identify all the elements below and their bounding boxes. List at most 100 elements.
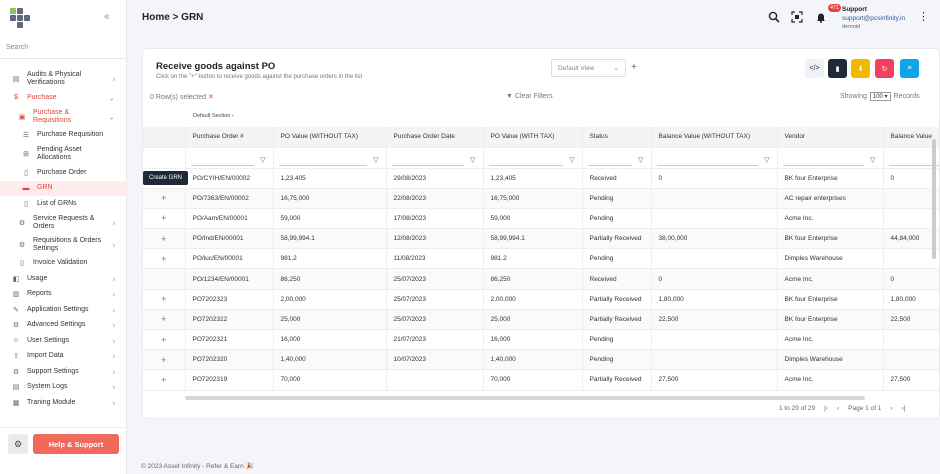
horizontal-scrollbar[interactable] <box>185 396 865 400</box>
sidebar-item-system-logs[interactable]: ▤ System Logs › <box>0 380 127 396</box>
column-header[interactable]: Vendor <box>777 127 884 148</box>
create-grn-plus-button[interactable]: + <box>143 289 186 310</box>
sidebar-item-invoice-validation[interactable]: ▯ Invoice Validation <box>0 256 127 272</box>
page-size-select[interactable]: 100 ▾ <box>869 92 891 101</box>
filter-icon[interactable]: ▽ <box>569 156 574 164</box>
first-page-icon[interactable]: |‹ <box>824 405 828 412</box>
column-filter[interactable]: ▽ <box>386 147 484 169</box>
sidebar-item-grn[interactable]: ▬ GRN <box>0 180 127 196</box>
table-row[interactable]: + PO/7363/EN/00002 16,75,000 22/08/2023 16,7… <box>143 188 939 209</box>
view-select[interactable]: Default View ⌄ <box>551 59 626 77</box>
chevron-left-icon[interactable]: ‹ <box>232 113 234 119</box>
sidebar-item-service-requests[interactable]: ⚙ Service Requests & Orders › <box>0 212 127 234</box>
sidebar-item-purchase-requisitions[interactable]: ▣ Purchase & Requisitions ⌄ <box>0 106 127 128</box>
filter-icon[interactable]: ▽ <box>470 156 475 164</box>
table-row[interactable]: + PO/luc/EN/00001 981.2 11/08/2023 981.2 Pend… <box>143 248 939 270</box>
sidebar-item-usage[interactable]: ◧ Usage › <box>0 271 127 287</box>
export-button[interactable]: ▮ <box>828 59 847 78</box>
column-header[interactable]: PO Value (WITH TAX) <box>483 127 583 148</box>
column-filter[interactable]: ▽ <box>483 147 583 169</box>
table-cell: 1,80,000 <box>651 289 778 310</box>
scan-icon[interactable] <box>790 10 804 24</box>
code-button[interactable]: </> <box>805 59 824 78</box>
settings-gear-button[interactable]: ⚙ <box>8 434 28 454</box>
column-filter[interactable]: ▽ <box>651 147 778 169</box>
columns-button[interactable]: ≡ <box>900 59 919 78</box>
next-page-icon[interactable]: › <box>890 405 892 412</box>
create-grn-plus-button[interactable]: + <box>143 228 186 250</box>
collapse-sidebar-icon[interactable]: « <box>104 11 110 22</box>
showing-label: Showing <box>840 93 867 100</box>
sidebar-item-advanced-settings[interactable]: ⚙ Advanced Settings › <box>0 318 127 334</box>
column-filter[interactable] <box>883 147 939 169</box>
sidebar-item-user-settings[interactable]: ☺ User Settings › <box>0 333 127 349</box>
clear-filters-label: Clear Filters <box>514 93 553 100</box>
column-filter[interactable]: ▽ <box>185 147 274 169</box>
sidebar-item-label: Advanced Settings <box>27 321 86 329</box>
create-grn-plus-button[interactable]: + <box>143 369 186 391</box>
column-header[interactable]: Balance Value (WITHOUT TAX) <box>651 127 778 148</box>
add-view-icon[interactable]: + <box>631 62 637 73</box>
table-row[interactable]: + PO7202321 16,000 21/07/2023 16,000 Pending A… <box>143 329 939 351</box>
bell-icon[interactable] <box>814 10 828 24</box>
column-header[interactable]: Status <box>582 127 652 148</box>
filter-icon[interactable]: ▽ <box>638 156 643 164</box>
search-icon[interactable] <box>767 10 781 24</box>
table-cell: Partially Received <box>582 309 652 331</box>
sidebar-item-audits[interactable]: ▤ Audits & Physical Verifications › <box>0 68 127 90</box>
table-row[interactable]: + PO7202319 70,000 70,000 Partially Received… <box>143 369 939 391</box>
refresh-button[interactable]: ↻ <box>875 59 894 78</box>
create-grn-plus-button[interactable]: + <box>143 309 186 331</box>
table-cell: 25/07/2023 <box>386 268 484 290</box>
sidebar-item-pending-asset-allocations[interactable]: ⊞ Pending Asset Allocations <box>0 143 127 165</box>
table-row[interactable]: PO/1234/EN/00001 86,250 25/07/2023 86,250 Re… <box>143 268 939 290</box>
table-row[interactable]: + PO7202320 1,40,000 10/07/2023 1,40,000 Pend… <box>143 349 939 371</box>
table-row[interactable]: PO/CYIH/EN/00002 1,23,405 29/08/2023 1,23,4… <box>143 168 939 189</box>
download-button[interactable]: ⬇ <box>851 59 870 78</box>
column-filter[interactable]: ▽ <box>777 147 884 169</box>
table-row[interactable]: + PO7202322 25,000 25/07/2023 25,000 Partiall… <box>143 309 939 331</box>
filter-icon[interactable]: ▽ <box>373 156 378 164</box>
column-header[interactable]: Purchase Order Date <box>386 127 484 148</box>
vertical-scrollbar[interactable] <box>932 139 936 259</box>
sidebar-item-purchase[interactable]: $ Purchase ⌄ <box>0 90 127 106</box>
sidebar-search-input[interactable]: Search <box>6 44 121 51</box>
table-row[interactable]: + PO/Aam/EN/00001 59,000 17/08/2023 59,000 Pe… <box>143 208 939 230</box>
create-grn-plus-button[interactable]: + <box>143 248 186 270</box>
company-logo[interactable] <box>8 6 34 32</box>
filter-icon[interactable]: ▽ <box>260 156 265 164</box>
more-options-icon[interactable]: ⋮ <box>918 10 929 23</box>
filter-icon[interactable]: ▽ <box>870 156 875 164</box>
sidebar-item-application-settings[interactable]: ✎ Application Settings › <box>0 302 127 318</box>
prev-page-icon[interactable]: ‹ <box>837 405 839 412</box>
clear-selection-icon[interactable]: ✕ <box>208 94 214 101</box>
create-grn-plus-button[interactable]: + <box>143 208 186 230</box>
user-profile[interactable]: Support support@pcsinfinity.in demoid <box>842 6 905 32</box>
sidebar-item-purchase-requisition[interactable]: ☰ Purchase Requisition <box>0 128 127 144</box>
last-page-icon[interactable]: ›| <box>902 405 906 412</box>
create-grn-plus-button[interactable]: + <box>143 349 186 371</box>
column-header[interactable]: PO Value (WITHOUT TAX) <box>273 127 387 148</box>
create-grn-plus-button[interactable]: + <box>143 329 186 351</box>
clear-filters-button[interactable]: ▼ Clear Filters <box>506 93 553 100</box>
help-support-button[interactable]: Help & Support <box>33 434 119 454</box>
sidebar-item-purchase-order[interactable]: ▯ Purchase Order <box>0 165 127 181</box>
create-grn-plus-button[interactable]: + <box>143 188 186 209</box>
column-filter[interactable]: ▽ <box>273 147 387 169</box>
sidebar-item-import-data[interactable]: ⇪ Import Data › <box>0 349 127 365</box>
sidebar-item-reports[interactable]: ▥ Reports › <box>0 287 127 303</box>
table-cell: 16,75,000 <box>483 188 583 209</box>
pager-page: Page 1 of 1 <box>848 405 882 412</box>
table-cell: 2,00,000 <box>273 289 387 310</box>
column-filter[interactable]: ▽ <box>582 147 652 169</box>
sidebar-item-requisitions-settings[interactable]: ⚙ Requisitions & Orders Settings › <box>0 234 127 256</box>
sidebar-item-training-module[interactable]: ▦ Traning Module › <box>0 395 127 411</box>
column-header[interactable]: Balance Value <box>883 127 939 148</box>
sidebar-item-list-of-grns[interactable]: ▯ List of GRNs <box>0 196 127 212</box>
sidebar-item-support-settings[interactable]: ⚙ Support Settings › <box>0 364 127 380</box>
filter-icon[interactable]: ▽ <box>764 156 769 164</box>
table-row[interactable]: + PO7202323 2,00,000 25/07/2023 2,00,000 Part… <box>143 289 939 310</box>
table-row[interactable]: + PO/Ind/EN/00001 58,99,994.1 12/08/2023 58,… <box>143 228 939 250</box>
table-cell <box>883 248 939 270</box>
column-header[interactable]: Purchase Order # <box>185 127 274 148</box>
